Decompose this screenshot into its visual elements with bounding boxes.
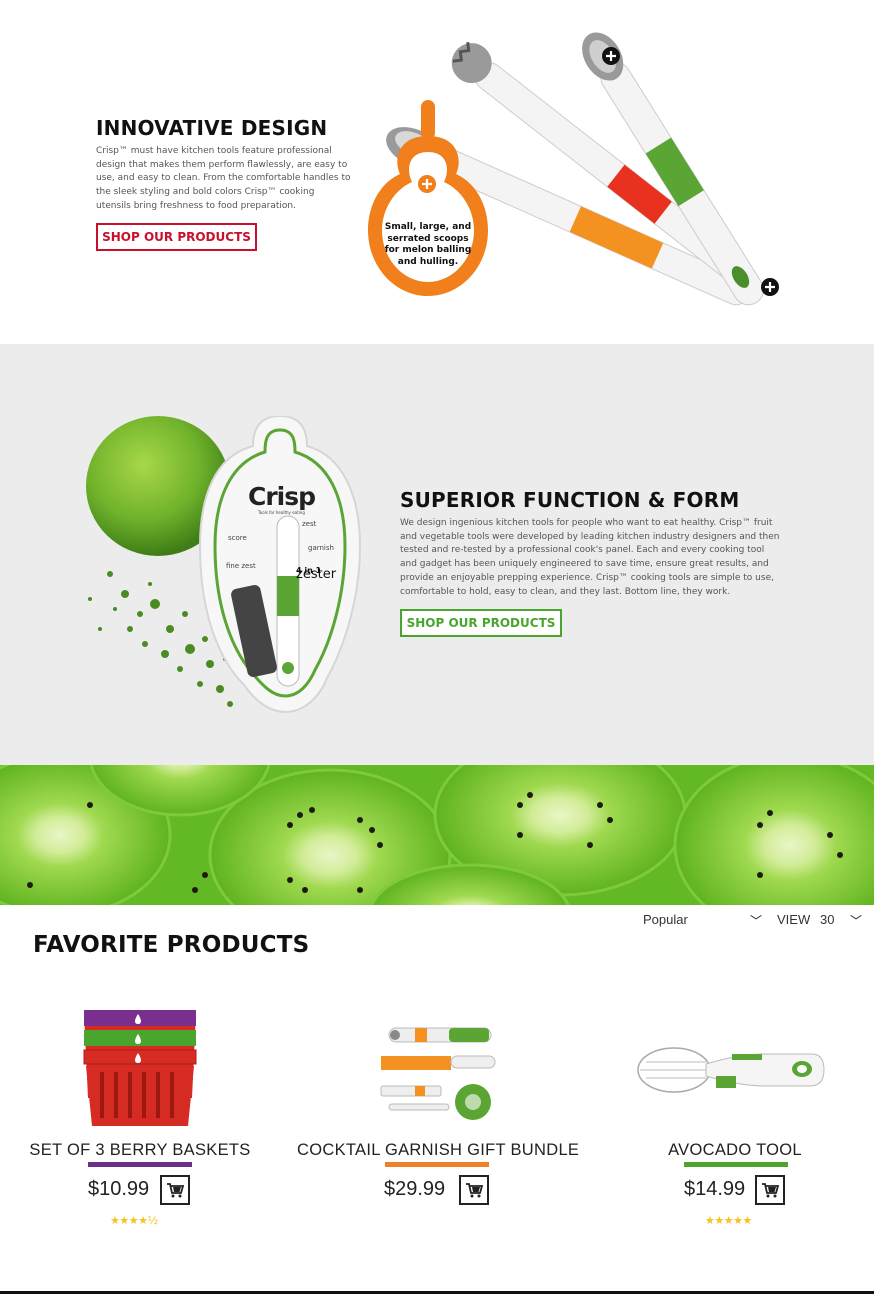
view-label: VIEW [777,912,811,927]
add-to-cart-button[interactable] [459,1175,489,1205]
product-image-garnish-bundle[interactable] [375,1022,505,1122]
kiwi-banner-image [0,765,874,905]
product-rating-stars: ★★★★½ [110,1214,158,1227]
package-label-zester: zester [296,567,337,582]
callout-text: Small, large, and serrated scoops for me… [384,222,472,267]
product-name-berry-baskets[interactable]: SET OF 3 BERRY BASKETS [20,1141,260,1160]
innovative-design-title: INNOVATIVE DESIGN [96,116,328,140]
product-name-garnish-bundle[interactable]: COCKTAIL GARNISH GIFT BUNDLE [297,1141,579,1160]
callout-tag [368,100,488,296]
package-label-fine-zest: fine zest [226,562,256,570]
product-rating-stars: ★★★★★ [705,1214,752,1227]
sort-select[interactable]: Popular [643,912,688,927]
superior-function-section: Crisp Tools for healthy eating zest scor… [0,344,874,765]
view-chevron-down-icon[interactable]: ﹀ [850,912,862,929]
product-price-avocado-tool: $14.99 [684,1178,746,1200]
shop-products-button-2[interactable]: SHOP OUR PRODUCTS [400,609,562,637]
package-label-garnish: garnish [308,544,334,552]
superior-function-text: We design ingenious kitchen tools for pe… [400,518,780,597]
cart-icon [762,1183,779,1198]
zester-package-image [198,416,362,714]
innovative-design-text: Crisp™ must have kitchen tools feature p… [96,146,351,211]
product-color-bar [684,1162,788,1167]
sort-chevron-down-icon[interactable]: ﹀ [750,912,762,929]
add-to-cart-button[interactable] [755,1175,785,1205]
add-to-cart-button[interactable] [160,1175,190,1205]
product-image-berry-baskets[interactable] [80,1008,200,1130]
package-label-score: score [228,534,247,542]
product-image-avocado-tool[interactable] [636,1040,826,1100]
view-count-select[interactable]: 30 [820,912,834,927]
product-color-bar [385,1162,489,1167]
package-tagline: Tools for healthy eating [258,510,305,515]
package-label-zest: zest [302,520,317,528]
cart-icon [466,1183,483,1198]
shop-products-button-1[interactable]: SHOP OUR PRODUCTS [96,223,257,251]
favorite-products-title: FAVORITE PRODUCTS [33,932,310,958]
product-price-garnish-bundle: $29.99 [384,1178,446,1200]
product-color-bar [88,1162,192,1167]
product-name-avocado-tool[interactable]: AVOCADO TOOL [635,1141,835,1160]
innovative-design-section: INNOVATIVE DESIGN Crisp™ must have kitch… [0,0,874,344]
package-brand: Crisp [248,482,316,511]
cart-icon [167,1183,184,1198]
product-price-berry-baskets: $10.99 [88,1178,150,1200]
superior-function-title: SUPERIOR FUNCTION & FORM [400,488,740,512]
